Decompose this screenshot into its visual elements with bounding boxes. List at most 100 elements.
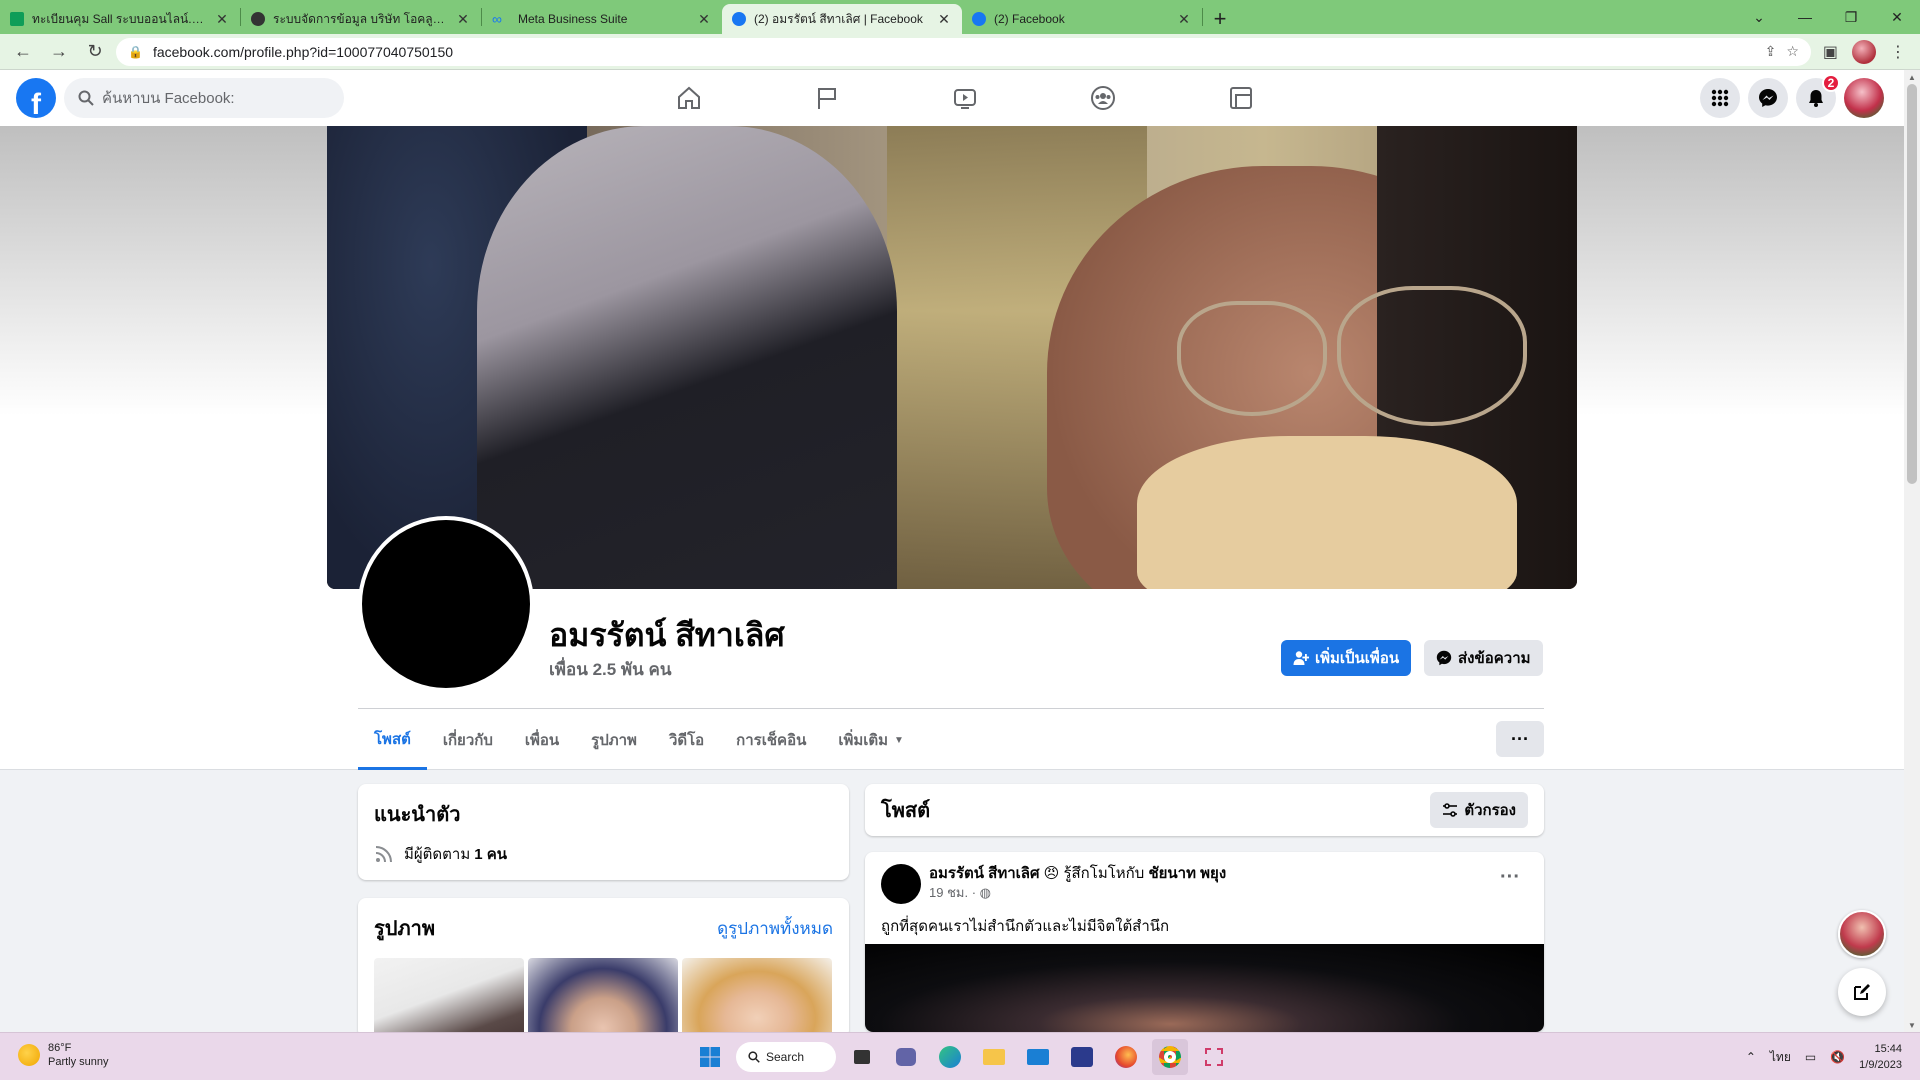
add-friend-label: เพิ่มเป็นเพื่อน — [1315, 650, 1400, 667]
followers-value[interactable]: 1 คน — [474, 842, 507, 866]
url-field[interactable]: 🔒 facebook.com/profile.php?id=1000770407… — [116, 37, 1811, 66]
share-icon[interactable]: ⇪ — [1765, 43, 1777, 60]
new-message-button[interactable] — [1838, 968, 1886, 1016]
chat-contact-avatar[interactable] — [1838, 910, 1886, 958]
photo-thumbnail[interactable] — [528, 958, 678, 1038]
see-all-photos-link[interactable]: ดูรูปภาพทั้งหมด — [717, 915, 833, 942]
tab-search-icon[interactable]: ⌄ — [1736, 0, 1782, 34]
snipping-tool-icon[interactable] — [1196, 1039, 1232, 1075]
nav-gaming[interactable] — [1172, 70, 1310, 126]
messenger-button[interactable] — [1748, 78, 1788, 118]
nav-pages[interactable] — [758, 70, 896, 126]
post-tagged-user[interactable]: ชัยนาท พยุง — [1148, 865, 1226, 882]
tab-close-icon[interactable]: ✕ — [936, 11, 952, 28]
cover-photo[interactable] — [327, 126, 1577, 589]
show-hidden-icons[interactable]: ⌃ — [1746, 1050, 1756, 1064]
scroll-up-icon[interactable]: ▲ — [1904, 70, 1920, 84]
cover-man-jacket — [477, 126, 897, 589]
scroll-down-icon[interactable]: ▼ — [1904, 1018, 1920, 1032]
browser-tab[interactable]: ∞ Meta Business Suite ✕ — [482, 4, 722, 34]
cover-face-mask — [1137, 436, 1517, 589]
post-header: อมรรัตน์ สีทาเลิศ 😠 รู้สึกโมโหกับ ชัยนาท… — [881, 864, 1226, 904]
filter-button[interactable]: ตัวกรอง — [1430, 792, 1528, 828]
minimize-button[interactable]: — — [1782, 0, 1828, 34]
weather-widget[interactable]: 86°F Partly sunny — [18, 1041, 109, 1069]
tab-more[interactable]: เพิ่มเติม ▼ — [822, 710, 920, 770]
send-message-button[interactable]: ส่งข้อความ — [1424, 640, 1543, 676]
add-friend-button[interactable]: เพิ่มเป็นเพื่อน — [1281, 640, 1412, 676]
facebook-search-input[interactable]: ค้นหาบน Facebook: — [64, 78, 344, 118]
browser-menu-icon[interactable]: ⋮ — [1890, 42, 1906, 62]
post-image[interactable] — [865, 944, 1544, 1032]
scrollbar-thumb[interactable] — [1907, 84, 1917, 484]
system-clock[interactable]: 15:44 1/9/2023 — [1859, 1041, 1902, 1073]
profile-more-button[interactable]: ··· — [1496, 721, 1544, 757]
post-time[interactable]: 19 ชม. · — [929, 885, 976, 900]
firefox-icon[interactable] — [1108, 1039, 1144, 1075]
account-avatar[interactable] — [1844, 78, 1884, 118]
tab-more-label: เพิ่มเติม — [838, 732, 889, 749]
tab-close-icon[interactable]: ✕ — [1176, 11, 1192, 28]
mail-icon[interactable] — [1020, 1039, 1056, 1075]
post-author-avatar[interactable] — [881, 864, 921, 904]
notifications-button[interactable]: 2 — [1796, 74, 1840, 118]
profile-picture[interactable] — [358, 516, 534, 692]
profile-header: อมรรัตน์ สีทาเลิศ เพื่อน 2.5 พัน คน เพิ่… — [0, 126, 1904, 770]
photo-thumbnail[interactable] — [682, 958, 832, 1038]
bookmark-star-icon[interactable]: ☆ — [1786, 43, 1799, 60]
browser-tab[interactable]: (2) Facebook ✕ — [962, 4, 1202, 34]
start-button[interactable] — [692, 1039, 728, 1075]
tab-about[interactable]: เกี่ยวกับ — [427, 710, 509, 770]
reload-button[interactable]: ↻ — [80, 37, 110, 67]
browser-profile-avatar[interactable] — [1852, 39, 1876, 64]
side-panel-icon[interactable]: ▣ — [1823, 42, 1838, 62]
page-scrollbar[interactable]: ▲ ▼ — [1904, 70, 1920, 1032]
groups-icon — [1091, 86, 1115, 110]
nav-groups[interactable] — [1034, 70, 1172, 126]
tab-photos[interactable]: รูปภาพ — [575, 710, 653, 770]
nav-watch[interactable] — [896, 70, 1034, 126]
compose-icon — [1854, 984, 1870, 1000]
lock-icon[interactable]: 🔒 — [128, 45, 143, 59]
tab-videos[interactable]: วิดีโอ — [653, 710, 720, 770]
menu-button[interactable] — [1700, 78, 1740, 118]
tab-posts[interactable]: โพสต์ — [358, 710, 427, 770]
volume-muted-icon[interactable]: 🔇 — [1830, 1050, 1845, 1064]
close-window-button[interactable]: ✕ — [1874, 0, 1920, 34]
post-author-name[interactable]: อมรรัตน์ สีทาเลิศ — [929, 865, 1039, 882]
tab-friends[interactable]: เพื่อน — [509, 710, 575, 770]
facebook-main-nav — [620, 70, 1310, 126]
friend-count[interactable]: เพื่อน 2.5 พัน คน — [549, 656, 671, 683]
caret-down-icon: ▼ — [894, 734, 904, 746]
taskbar-search[interactable]: Search — [736, 1042, 836, 1072]
tab-close-icon[interactable]: ✕ — [455, 11, 471, 28]
intro-card: แนะนำตัว มีผู้ติดตาม 1 คน — [358, 784, 849, 880]
browser-tab[interactable]: ทะเบียนคุม Sall ระบบออนไลน์.xlsx - G ✕ — [0, 4, 240, 34]
watch-video-icon — [954, 89, 976, 109]
tab-close-icon[interactable]: ✕ — [214, 11, 230, 28]
forward-button[interactable]: → — [44, 37, 74, 67]
post-options-icon[interactable]: ··· — [1500, 866, 1520, 889]
browser-tab-active[interactable]: (2) อมรรัตน์ สีทาเลิศ | Facebook ✕ — [722, 4, 962, 34]
pages-flag-icon — [818, 88, 836, 109]
file-explorer-icon[interactable] — [976, 1039, 1012, 1075]
tab-close-icon[interactable]: ✕ — [696, 11, 712, 28]
facebook-logo-icon[interactable]: f — [16, 78, 56, 118]
new-tab-button[interactable]: + — [1203, 4, 1237, 34]
tab-checkins[interactable]: การเช็คอิน — [720, 710, 822, 770]
restore-button[interactable]: ❐ — [1828, 0, 1874, 34]
chrome-icon[interactable] — [1152, 1039, 1188, 1075]
tab-title: ระบบจัดการข้อมูล บริษัท โอคลูกเน็ต — [273, 11, 447, 26]
app-icon[interactable] — [1064, 1039, 1100, 1075]
photo-thumbnail[interactable] — [374, 958, 524, 1038]
followers-line: มีผู้ติดตาม 1 คน — [374, 842, 833, 866]
nav-home[interactable] — [620, 70, 758, 126]
back-button[interactable]: ← — [8, 37, 38, 67]
facebook-header: f ค้นหาบน Facebook: 2 — [0, 70, 1904, 126]
network-icon[interactable]: ▭ — [1805, 1050, 1816, 1064]
browser-tab[interactable]: ระบบจัดการข้อมูล บริษัท โอคลูกเน็ต ✕ — [241, 4, 481, 34]
input-language[interactable]: ไทย — [1770, 1048, 1791, 1067]
teams-chat-icon[interactable] — [888, 1039, 924, 1075]
edge-browser-icon[interactable] — [932, 1039, 968, 1075]
task-view-icon[interactable] — [844, 1039, 880, 1075]
